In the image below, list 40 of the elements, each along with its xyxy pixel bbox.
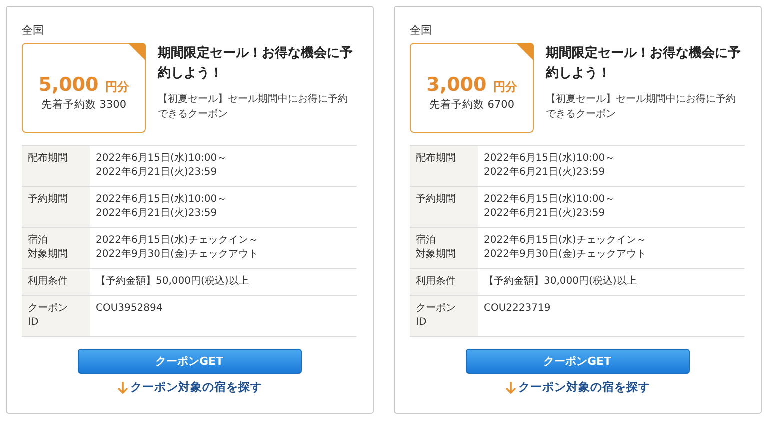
detail-label: 配布期間 xyxy=(28,152,68,166)
folded-corner-icon xyxy=(516,43,534,61)
detail-label: クーポン xyxy=(416,302,456,316)
detail-value: 2022年6月15日(水)10:00～ 2022年6月21日(火)23:59 xyxy=(90,186,357,228)
detail-label: 対象期間 xyxy=(28,248,68,262)
detail-label: クーポン xyxy=(28,302,68,316)
coupon-description: 【初夏セール】セール期間中にお得に予約できるクーポン xyxy=(546,92,737,122)
detail-label: 予約期間 xyxy=(416,193,456,207)
detail-label: 配布期間 xyxy=(416,152,456,166)
detail-value: 2022年6月15日(水)チェックイン～ 2022年9月30日(金)チェックアウト xyxy=(478,228,745,268)
detail-value: 【予約金額】50,000円(税込)以上 xyxy=(90,268,357,296)
detail-value: COU3952894 xyxy=(90,296,357,336)
folded-corner-icon xyxy=(128,43,146,61)
search-hotels-link[interactable]: クーポン対象の宿を探す xyxy=(116,380,262,395)
detail-label: 予約期間 xyxy=(28,193,68,207)
down-arrow-icon xyxy=(504,380,516,394)
detail-value: 2022年6月15日(水)10:00～ 2022年6月21日(火)23:59 xyxy=(90,146,357,186)
coupon-description: 【初夏セール】セール期間中にお得に予約できるクーポン xyxy=(158,92,349,122)
detail-label: 宿泊 xyxy=(28,234,48,248)
coupon-title: 期間限定セール！お得な機会に予約しよう！ xyxy=(546,44,742,83)
remaining-count: 先着予約数 3300 xyxy=(41,98,127,112)
detail-label: 利用条件 xyxy=(416,275,456,289)
remaining-count: 先着予約数 6700 xyxy=(429,98,515,112)
detail-label: 対象期間 xyxy=(416,248,456,262)
detail-value: 2022年6月15日(水)チェックイン～ 2022年9月30日(金)チェックアウト xyxy=(90,228,357,268)
detail-value: 2022年6月15日(水)10:00～ 2022年6月21日(火)23:59 xyxy=(478,146,745,186)
detail-label: 宿泊 xyxy=(416,234,436,248)
detail-label: 利用条件 xyxy=(28,275,68,289)
down-arrow-icon xyxy=(116,380,128,394)
coupon-title: 期間限定セール！お得な機会に予約しよう！ xyxy=(158,44,354,83)
coupon-amount: 5,000 円分 xyxy=(38,74,130,96)
coupon-amount: 3,000 円分 xyxy=(426,74,518,96)
detail-value: 【予約金額】30,000円(税込)以上 xyxy=(478,268,745,296)
region-label: 全国 xyxy=(22,23,44,38)
search-hotels-link[interactable]: クーポン対象の宿を探す xyxy=(504,380,650,395)
detail-label: ID xyxy=(28,316,39,330)
detail-label: ID xyxy=(416,316,427,330)
detail-value: COU2223719 xyxy=(478,296,745,336)
detail-value: 2022年6月15日(水)10:00～ 2022年6月21日(火)23:59 xyxy=(478,186,745,228)
region-label: 全国 xyxy=(410,23,432,38)
